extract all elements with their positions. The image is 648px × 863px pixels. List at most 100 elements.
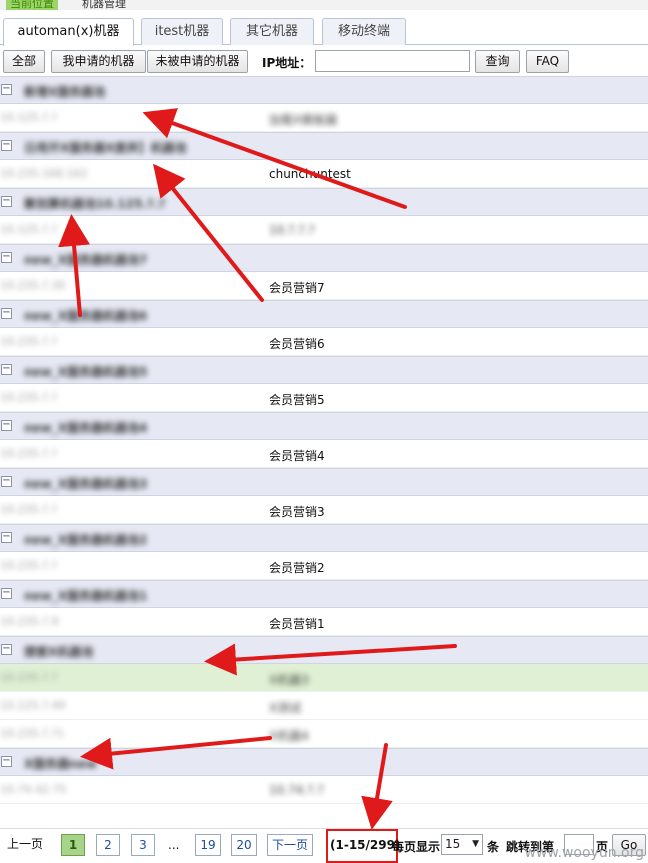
tab-automan[interactable]: automan(x)机器 bbox=[3, 18, 134, 46]
pool-header-row[interactable]: − 搜索X机器池 bbox=[0, 636, 648, 664]
machine-name: 会员营销6 bbox=[269, 337, 325, 351]
faq-button[interactable]: FAQ bbox=[526, 50, 569, 73]
machine-row[interactable]: 10.235.?.30 会员营销7 bbox=[0, 272, 648, 300]
pool-name: new_X服务器机器池6 bbox=[24, 309, 148, 323]
machine-row[interactable]: 10.235.?.9 会员营销1 bbox=[0, 608, 648, 636]
collapse-icon[interactable]: − bbox=[1, 364, 12, 375]
machine-row[interactable]: 10.235.?.?1 X机器4 bbox=[0, 720, 648, 748]
page-button-19[interactable]: 19 bbox=[195, 834, 221, 856]
per-page-select[interactable]: 15 ▼ bbox=[441, 834, 483, 855]
search-button[interactable]: 查询 bbox=[475, 50, 520, 73]
my-machines-button[interactable]: 我申请的机器 bbox=[51, 50, 146, 73]
pool-name: X服务器new bbox=[24, 757, 98, 771]
pool-name: 日用开X服务器X废弃】机器池 bbox=[24, 141, 187, 155]
pool-header-row[interactable]: − 新增X服务器池 bbox=[0, 76, 648, 104]
page-ellipsis: ... bbox=[168, 838, 180, 852]
pool-header-row[interactable]: − new_X服务器机器池7 bbox=[0, 244, 648, 272]
pool-name: 新增X服务器池 bbox=[24, 85, 106, 99]
tab-itest[interactable]: itest机器 bbox=[141, 18, 223, 45]
watermark: www.wooyun.org bbox=[524, 845, 644, 861]
machine-ip: 10.235.?.? bbox=[0, 671, 58, 684]
machine-row[interactable]: 10.125.?.? 加载X模板器 bbox=[0, 104, 648, 132]
machine-row[interactable]: 10.235.?.? 会员营销6 bbox=[0, 328, 648, 356]
collapse-icon[interactable]: − bbox=[1, 84, 12, 95]
machine-name: X机器4 bbox=[269, 729, 309, 743]
machine-row[interactable]: 10.74.42.75 10.74.?.? bbox=[0, 776, 648, 804]
machine-ip: 10.125.?.49 bbox=[0, 699, 66, 712]
tab-mobile[interactable]: 移动终端 bbox=[322, 18, 406, 45]
machine-name: 会员营销1 bbox=[269, 617, 325, 631]
collapse-icon[interactable]: − bbox=[1, 532, 12, 543]
machine-name: 会员营销2 bbox=[269, 561, 325, 575]
page-button-3[interactable]: 3 bbox=[131, 834, 155, 856]
filter-toolbar: 全部 我申请的机器 未被申请的机器 IP地址： 查询 FAQ bbox=[0, 48, 648, 76]
machine-row[interactable]: 10.235.?.? 会员营销4 bbox=[0, 440, 648, 468]
machine-ip: 10.235.?.? bbox=[0, 447, 58, 460]
machine-row[interactable]: 10.235.?.? X机器3 bbox=[0, 664, 648, 692]
machine-ip: 10.235.?.? bbox=[0, 503, 58, 516]
page-button-20[interactable]: 20 bbox=[231, 834, 257, 856]
per-page-label: 每页显示 bbox=[392, 840, 441, 854]
pool-header-row[interactable]: − X服务器new bbox=[0, 748, 648, 776]
page-button-2[interactable]: 2 bbox=[96, 834, 120, 856]
machine-row[interactable]: 10.125.?.? 10.?.?.? bbox=[0, 216, 648, 244]
page-range: (1-15/299) bbox=[330, 838, 401, 852]
machine-ip: 10.125.?.? bbox=[0, 111, 58, 124]
pool-header-row[interactable]: − new_X服务器机器池3 bbox=[0, 468, 648, 496]
per-page-unit: 条 bbox=[487, 840, 500, 854]
pool-name: new_X服务器机器池4 bbox=[24, 421, 148, 435]
pool-name: new_X服务器机器池3 bbox=[24, 477, 148, 491]
all-button[interactable]: 全部 bbox=[3, 50, 45, 73]
page-button-1[interactable]: 1 bbox=[61, 834, 85, 856]
machine-ip: 10.235.?.?1 bbox=[0, 727, 65, 740]
machine-name: 会员营销5 bbox=[269, 393, 325, 407]
pool-header-row[interactable]: − new_X服务器机器池6 bbox=[0, 300, 648, 328]
machine-name: 会员营销3 bbox=[269, 505, 325, 519]
machine-tabs: automan(x)机器 itest机器 其它机器 移动终端 bbox=[0, 18, 648, 46]
collapse-icon[interactable]: − bbox=[1, 644, 12, 655]
pool-header-row[interactable]: − new_X服务器机器池4 bbox=[0, 412, 648, 440]
machine-name: X测试 bbox=[269, 701, 302, 715]
collapse-icon[interactable]: − bbox=[1, 140, 12, 151]
pool-header-row[interactable]: − new_X服务器机器池5 bbox=[0, 356, 648, 384]
pool-header-row[interactable]: − 聚划算机器池10.125.?.? bbox=[0, 188, 648, 216]
collapse-icon[interactable]: − bbox=[1, 420, 12, 431]
collapse-icon[interactable]: − bbox=[1, 196, 12, 207]
machine-ip: 10.235.?.? bbox=[0, 335, 58, 348]
tab-other[interactable]: 其它机器 bbox=[230, 18, 314, 45]
machine-ip: 10.235.?.30 bbox=[0, 279, 66, 292]
pool-name: 聚划算机器池10.125.?.? bbox=[24, 197, 166, 211]
ip-input[interactable] bbox=[315, 50, 470, 72]
pool-header-row[interactable]: − new_X服务器机器池2 bbox=[0, 524, 648, 552]
prev-page-button[interactable]: 上一页 bbox=[3, 834, 47, 856]
collapse-icon[interactable]: − bbox=[1, 588, 12, 599]
machine-row[interactable]: 10.235.168.162 chunchuntest bbox=[0, 160, 648, 188]
machine-row[interactable]: 10.125.?.49 X测试 bbox=[0, 692, 648, 720]
machine-row[interactable]: 10.235.?.? 会员营销5 bbox=[0, 384, 648, 412]
collapse-icon[interactable]: − bbox=[1, 252, 12, 263]
breadcrumb-location: 当前位置 bbox=[6, 0, 58, 10]
breadcrumb: 当前位置 机器管理 bbox=[0, 0, 648, 10]
machine-ip: 10.125.?.? bbox=[0, 223, 58, 236]
pool-name: new_X服务器机器池7 bbox=[24, 253, 148, 267]
machine-name: 会员营销4 bbox=[269, 449, 325, 463]
machine-name: 会员营销7 bbox=[269, 281, 325, 295]
machine-name: 加载X模板器 bbox=[269, 113, 338, 127]
machine-ip: 10.74.42.75 bbox=[0, 783, 67, 796]
machine-row[interactable]: 10.235.?.? 会员营销3 bbox=[0, 496, 648, 524]
breadcrumb-page: 机器管理 bbox=[82, 0, 126, 10]
pool-header-row[interactable]: − 日用开X服务器X废弃】机器池 bbox=[0, 132, 648, 160]
collapse-icon[interactable]: − bbox=[1, 476, 12, 487]
pool-header-row[interactable]: − new_X服务器机器池1 bbox=[0, 580, 648, 608]
machine-name: chunchuntest bbox=[269, 167, 351, 181]
collapse-icon[interactable]: − bbox=[1, 308, 12, 319]
machine-name: X机器3 bbox=[269, 673, 309, 687]
per-page-value: 15 bbox=[445, 837, 461, 851]
pool-name: new_X服务器机器池2 bbox=[24, 533, 148, 547]
machine-row[interactable]: 10.235.?.? 会员营销2 bbox=[0, 552, 648, 580]
collapse-icon[interactable]: − bbox=[1, 756, 12, 767]
machine-name: 10.?.?.? bbox=[269, 223, 315, 237]
next-page-button[interactable]: 下一页 bbox=[267, 834, 313, 856]
unassigned-machines-button[interactable]: 未被申请的机器 bbox=[147, 50, 248, 73]
ip-label: IP地址： bbox=[262, 56, 312, 70]
